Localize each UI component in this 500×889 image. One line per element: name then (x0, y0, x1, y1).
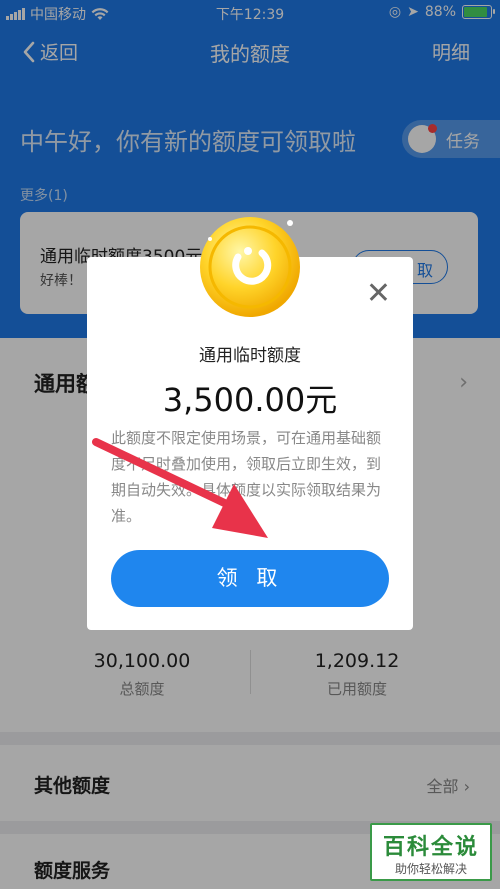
watermark-subtitle: 助你轻松解决 (394, 862, 467, 876)
watermark-badge: 百科全说 助你轻松解决 (370, 823, 492, 881)
dialog-description: 此额度不限定使用场景，可在通用基础额度不足时叠加使用，领取后立即生效，到期自动失… (111, 429, 382, 525)
watermark-title: 百科全说 (382, 835, 479, 860)
close-icon[interactable]: ✕ (366, 279, 391, 309)
coin-icon (200, 217, 304, 317)
dialog-amount: 3,500.00元 (162, 381, 338, 419)
claim-button[interactable]: 领 取 (111, 550, 389, 607)
dialog-label: 通用临时额度 (199, 346, 301, 366)
